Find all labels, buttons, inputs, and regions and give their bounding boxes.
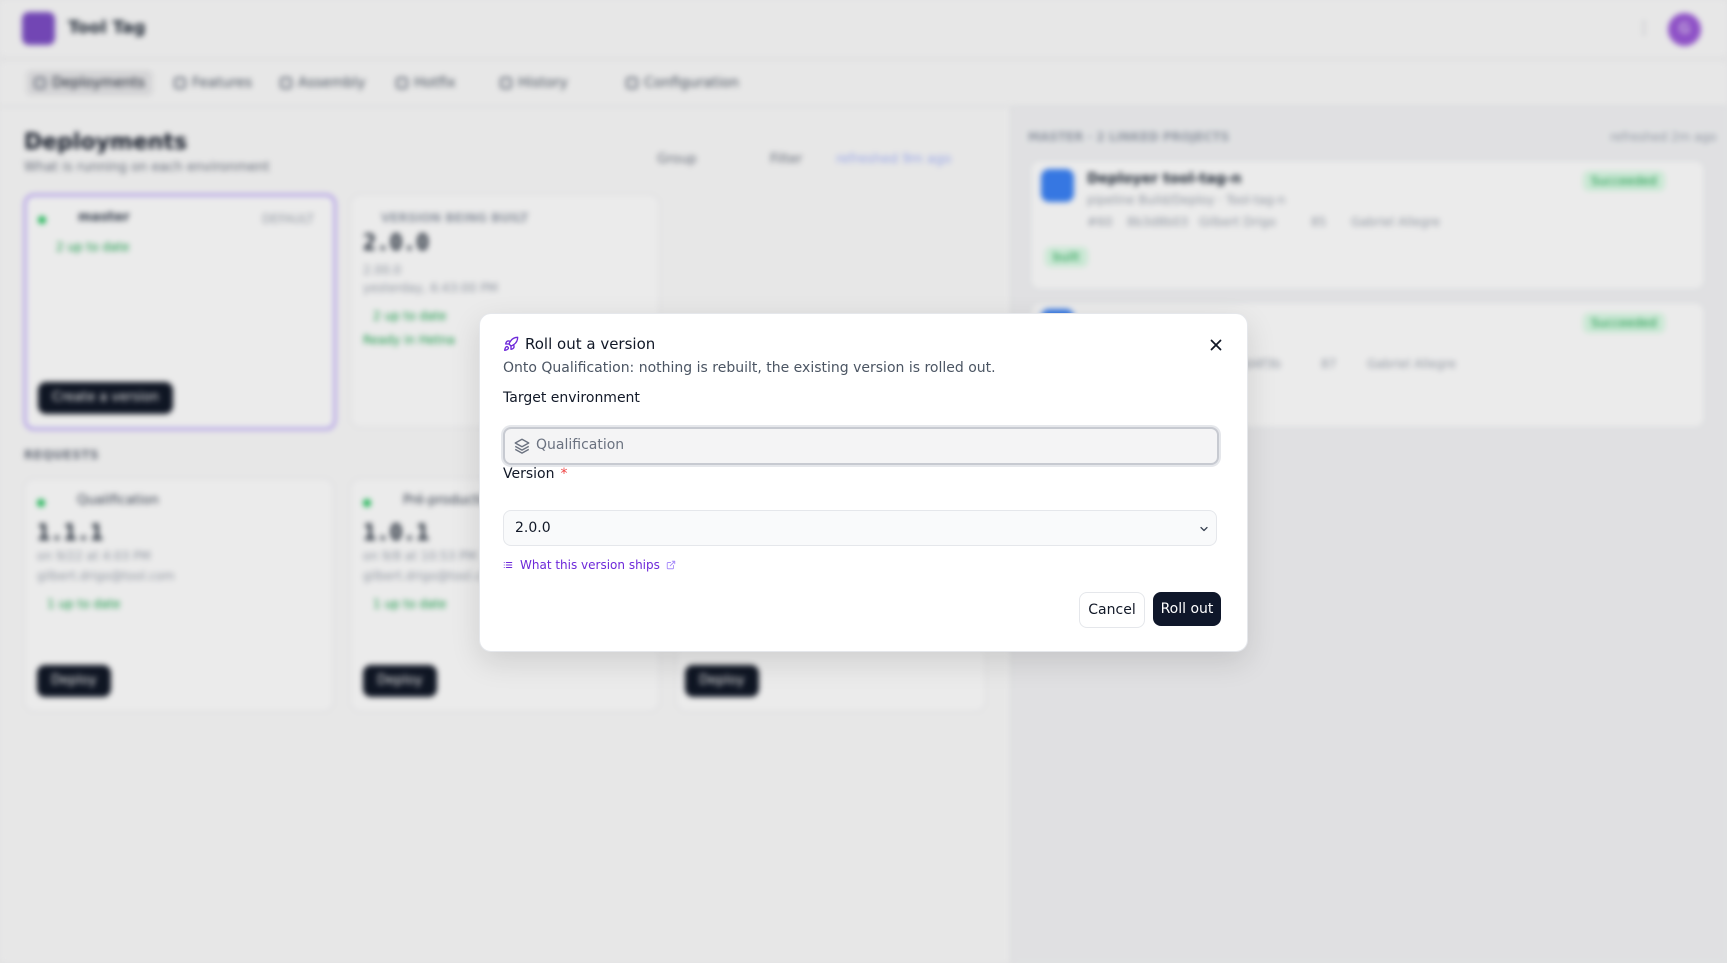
version-select-value: 2.0.0 xyxy=(515,520,551,536)
version-ships-link[interactable]: What this version ships xyxy=(503,558,676,572)
list-icon xyxy=(503,561,513,569)
layers-icon xyxy=(514,438,530,454)
dialog-title: Roll out a version xyxy=(525,335,656,353)
version-ships-label: What this version ships xyxy=(520,558,660,572)
version-select[interactable]: 2.0.0 xyxy=(503,510,1217,546)
target-environment-label: Target environment xyxy=(503,390,640,406)
version-label-row: Version * xyxy=(503,466,567,482)
external-link-icon xyxy=(666,560,676,570)
roll-out-button[interactable]: Roll out xyxy=(1153,592,1221,626)
version-label: Version xyxy=(503,466,555,482)
close-icon[interactable] xyxy=(1207,336,1225,354)
rocket-icon xyxy=(504,336,519,351)
target-environment-value: Qualification xyxy=(536,437,625,453)
target-environment-field: Qualification xyxy=(503,427,1219,465)
required-mark: * xyxy=(560,466,568,482)
chevron-down-icon xyxy=(1200,526,1208,532)
cancel-button[interactable]: Cancel xyxy=(1079,592,1145,628)
dialog-description: Onto Qualification: nothing is rebuilt, … xyxy=(503,360,996,376)
rollout-dialog: Roll out a version Onto Qualification: n… xyxy=(479,313,1248,652)
